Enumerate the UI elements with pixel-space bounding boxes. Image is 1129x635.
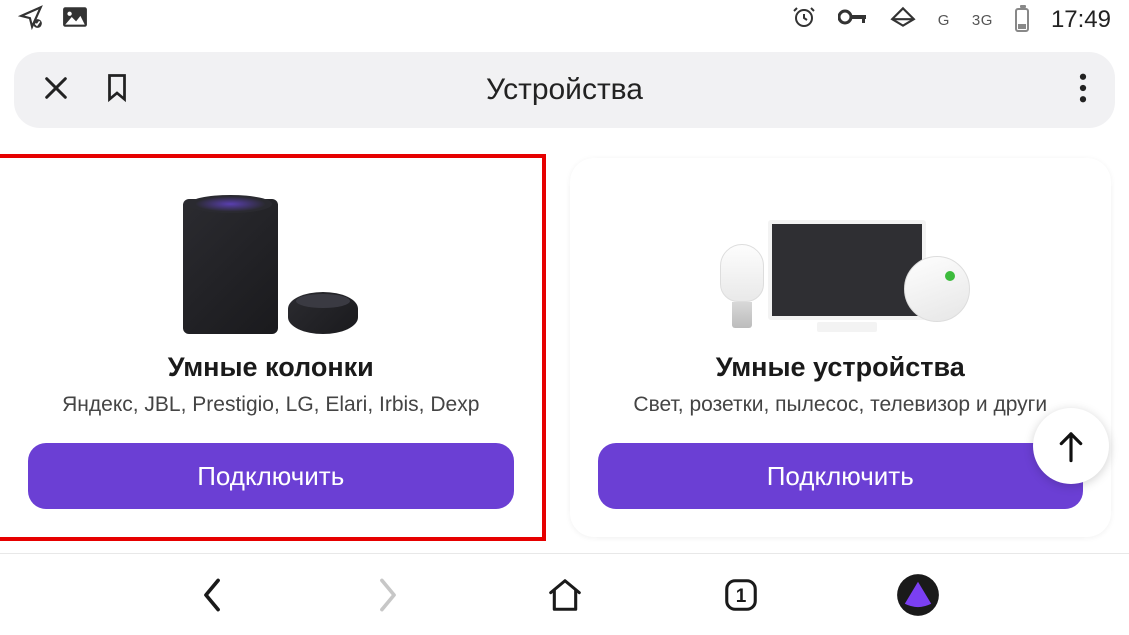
svg-text:1: 1 xyxy=(736,586,747,607)
network-3g-label: 3G xyxy=(972,12,993,29)
card-title: Умные колонки xyxy=(168,352,374,383)
app-bar: Устройства xyxy=(14,52,1115,128)
alarm-icon xyxy=(792,5,816,35)
card-smart-devices[interactable]: Умные устройства Свет, розетки, пылесос,… xyxy=(570,158,1112,537)
clock-time: 17:49 xyxy=(1051,6,1111,34)
nav-alice-icon[interactable] xyxy=(893,570,943,620)
card-smart-speakers[interactable]: Умные колонки Яндекс, JBL, Prestigio, LG… xyxy=(0,158,542,537)
more-icon[interactable] xyxy=(1079,73,1087,108)
close-icon[interactable] xyxy=(42,74,70,107)
bottom-nav: 1 xyxy=(0,553,1129,635)
gallery-icon xyxy=(62,6,88,34)
nav-back-icon[interactable] xyxy=(187,570,237,620)
devices-illustration xyxy=(710,184,970,334)
connect-button[interactable]: Подключить xyxy=(28,443,514,509)
wifi-icon xyxy=(890,6,916,34)
battery-icon xyxy=(1015,8,1029,32)
location-share-icon xyxy=(18,4,44,36)
status-bar: G 3G 17:49 xyxy=(0,0,1129,40)
card-subtitle: Яндекс, JBL, Prestigio, LG, Elari, Irbis… xyxy=(62,393,479,417)
card-title: Умные устройства xyxy=(716,352,965,383)
network-g-label: G xyxy=(938,12,950,29)
speakers-illustration xyxy=(183,184,358,334)
card-subtitle: Свет, розетки, пылесос, телевизор и друг… xyxy=(633,393,1047,417)
nav-tabs-icon[interactable]: 1 xyxy=(716,570,766,620)
connect-button[interactable]: Подключить xyxy=(598,443,1084,509)
page-title: Устройства xyxy=(486,73,643,107)
nav-forward-icon xyxy=(363,570,413,620)
vpn-key-icon xyxy=(838,8,868,32)
cards-row: Умные колонки Яндекс, JBL, Prestigio, LG… xyxy=(0,128,1129,537)
scroll-up-button[interactable] xyxy=(1033,408,1109,484)
nav-home-icon[interactable] xyxy=(540,570,590,620)
bookmark-icon[interactable] xyxy=(104,73,130,108)
